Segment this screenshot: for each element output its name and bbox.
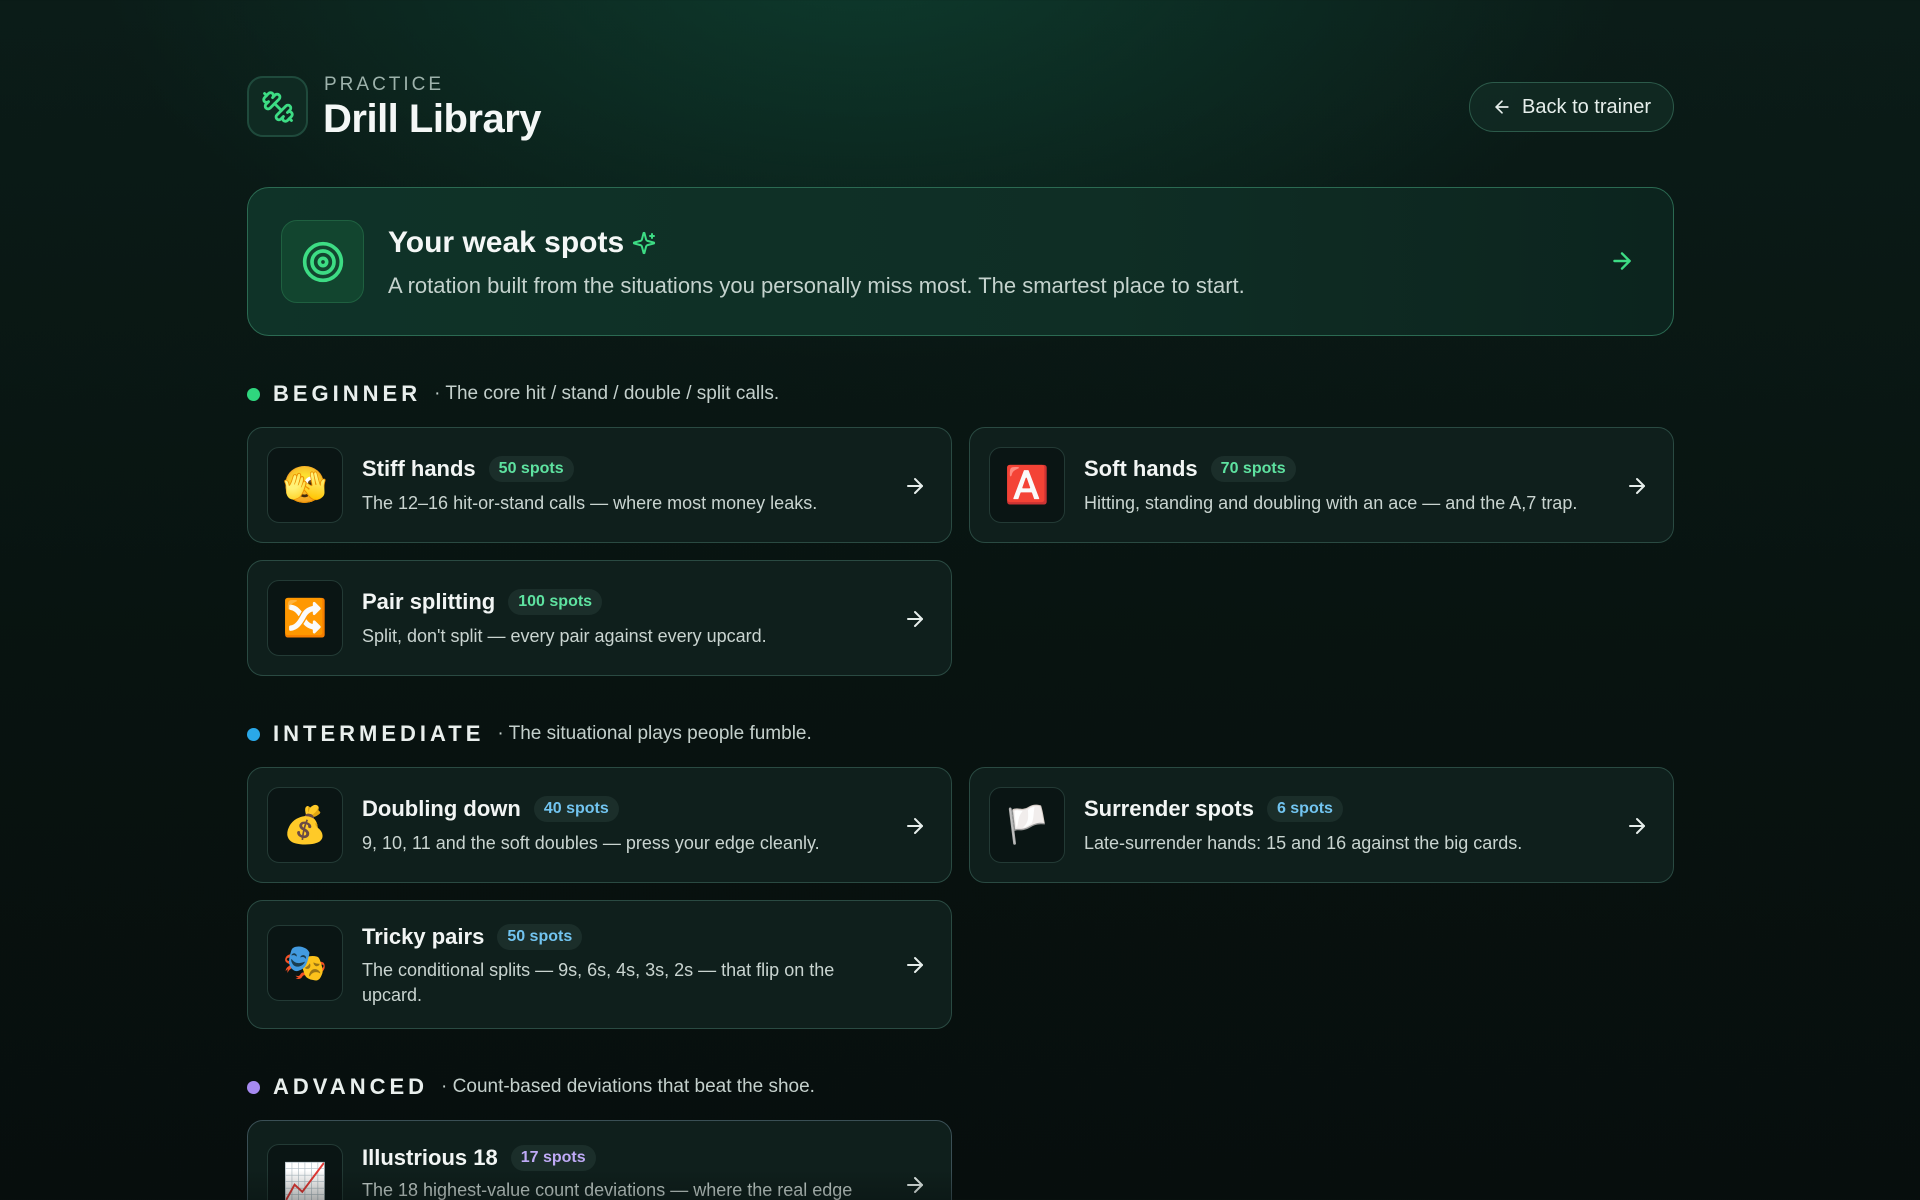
spots-badge: 40 spots <box>533 796 619 822</box>
arrow-right-icon <box>1629 478 1645 494</box>
drill-title: Stiff hands <box>362 456 476 481</box>
drill-emoji-icon: 📈 <box>267 1144 343 1200</box>
spots-badge: 100 spots <box>508 589 603 615</box>
level-dot <box>247 727 260 741</box>
drill-description: The conditional splits — 9s, 6s, 4s, 3s,… <box>362 960 835 1005</box>
drill-card-pair-splitting[interactable]: 🔀 Pair splitting 100 spots Split, don't … <box>247 560 952 676</box>
spots-badge: 50 spots <box>488 456 574 482</box>
arrow-right-icon <box>1629 818 1645 834</box>
drill-title-row: Tricky pairs 50 spots <box>362 924 583 950</box>
drill-emoji-icon: 🔀 <box>267 580 343 656</box>
drill-emoji-icon: 🫣 <box>267 447 343 523</box>
back-button-label: Back to trainer <box>1522 95 1651 118</box>
arrow-right-icon <box>1613 252 1631 270</box>
drill-description: The 12–16 hit-or-stand calls — where mos… <box>362 493 818 513</box>
arrow-right-icon <box>907 818 923 834</box>
level-dot <box>247 1080 260 1094</box>
page-eyebrow: PRACTICE <box>324 74 445 95</box>
arrow-right-icon <box>907 1177 923 1193</box>
level-description: · The core hit / stand / double / split … <box>434 383 780 404</box>
weak-spots-card[interactable]: Your weak spots A rotation built from th… <box>247 187 1674 336</box>
drill-card-stiff-hands[interactable]: 🫣 Stiff hands 50 spots The 12–16 hit-or-… <box>247 427 952 543</box>
drill-title-row: Pair splitting 100 spots <box>362 589 603 615</box>
dumbbell-icon <box>247 76 308 137</box>
drill-description: 9, 10, 11 and the soft doubles — press y… <box>362 833 820 853</box>
drill-description: Split, don't split — every pair against … <box>362 626 767 646</box>
sparkles-icon <box>633 231 656 255</box>
arrow-right-icon <box>907 957 923 973</box>
arrow-left-icon <box>1495 100 1509 114</box>
back-to-trainer-button[interactable]: Back to trainer <box>1469 82 1674 132</box>
drill-title: Soft hands <box>1084 456 1198 481</box>
section-header-advanced: ADVANCED · Count-based deviations that b… <box>247 1072 815 1102</box>
weak-spots-title-row: Your weak spots <box>388 226 656 260</box>
drill-emoji-icon: 🎭 <box>267 925 343 1001</box>
spots-badge: 6 spots <box>1266 796 1343 822</box>
level-dot <box>247 387 260 401</box>
drill-title-row: Doubling down 40 spots <box>362 796 619 822</box>
drill-title-row: Stiff hands 50 spots <box>362 456 574 482</box>
drill-card-surrender-spots[interactable]: 🏳️ Surrender spots 6 spots Late-surrende… <box>969 767 1674 883</box>
drill-title: Surrender spots <box>1084 796 1254 821</box>
drill-title: Illustrious 18 <box>362 1145 498 1170</box>
section-header-beginner: BEGINNER · The core hit / stand / double… <box>247 379 779 409</box>
level-description: · The situational plays people fumble. <box>497 723 812 744</box>
drill-card-illustrious-18[interactable]: 📈 Illustrious 18 17 spots The 18 highest… <box>247 1120 952 1200</box>
page-title: Drill Library <box>323 97 542 141</box>
weak-spots-title: Your weak spots <box>388 226 625 259</box>
drill-description: The 18 highest-value count deviations — … <box>362 1180 853 1200</box>
drill-title-row: Soft hands 70 spots <box>1084 456 1296 482</box>
drill-card-tricky-pairs[interactable]: 🎭 Tricky pairs 50 spots The conditional … <box>247 900 952 1029</box>
drill-description: Late-surrender hands: 15 and 16 against … <box>1084 833 1523 853</box>
level-label: BEGINNER <box>273 381 422 406</box>
drill-description: Hitting, standing and doubling with an a… <box>1084 493 1578 513</box>
drill-title: Pair splitting <box>362 589 496 614</box>
drill-title-row: Illustrious 18 17 spots <box>362 1145 596 1171</box>
target-icon <box>281 220 364 303</box>
arrow-right-icon <box>907 611 923 627</box>
level-label: ADVANCED <box>273 1074 429 1099</box>
weak-spots-description: A rotation built from the situations you… <box>388 273 1245 298</box>
drill-title: Doubling down <box>362 796 521 821</box>
drill-title: Tricky pairs <box>362 924 485 949</box>
section-header-intermediate: INTERMEDIATE · The situational plays peo… <box>247 719 812 749</box>
drill-emoji-icon: 🏳️ <box>989 787 1065 863</box>
drill-card-doubling-down[interactable]: 💰 Doubling down 40 spots 9, 10, 11 and t… <box>247 767 952 883</box>
drill-emoji-icon: 💰 <box>267 787 343 863</box>
drill-card-soft-hands[interactable]: 🅰️ Soft hands 70 spots Hitting, standing… <box>969 427 1674 543</box>
arrow-right-icon <box>907 478 923 494</box>
level-description: · Count-based deviations that beat the s… <box>441 1076 815 1097</box>
drill-title-row: Surrender spots 6 spots <box>1084 796 1343 822</box>
level-label: INTERMEDIATE <box>273 721 485 746</box>
drill-emoji-icon: 🅰️ <box>989 447 1065 523</box>
spots-badge: 17 spots <box>510 1145 596 1171</box>
spots-badge: 70 spots <box>1210 456 1296 482</box>
spots-badge: 50 spots <box>497 924 583 950</box>
page-header: PRACTICE Drill Library Back to trainer <box>247 74 1674 141</box>
